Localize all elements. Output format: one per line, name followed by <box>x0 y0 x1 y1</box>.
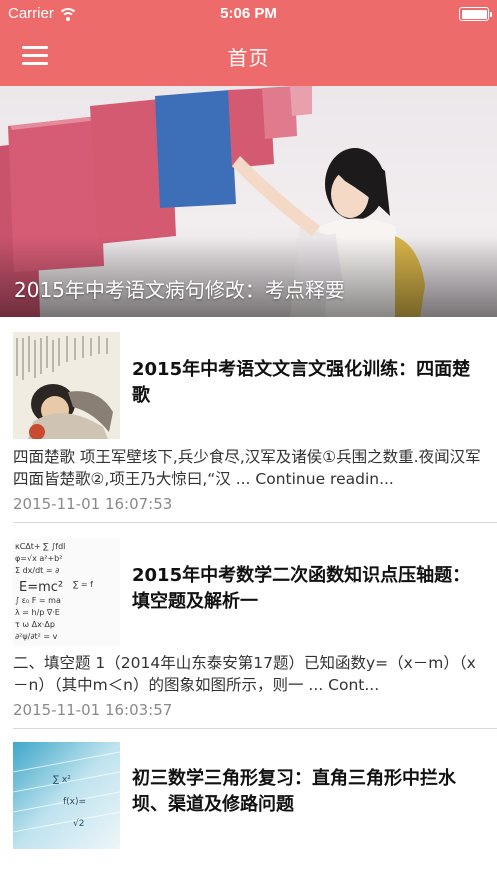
svg-text:f(x)=: f(x)= <box>63 797 86 807</box>
svg-text:Σ dx/dt = ∂: Σ dx/dt = ∂ <box>15 566 59 575</box>
svg-text:√2: √2 <box>73 818 84 829</box>
article-date: 2015-11-01 16:03:57 <box>13 701 173 719</box>
svg-text:∑ = f: ∑ = f <box>73 580 93 589</box>
article-thumbnail: ∑ x² f(x)= √2 <box>13 742 120 849</box>
article-date: 2015-11-01 16:07:53 <box>13 495 173 513</box>
svg-text:∂²ψ/∂t² = v: ∂²ψ/∂t² = v <box>15 632 58 641</box>
article-title[interactable]: 2015年中考数学二次函数知识点压轴题：填空题及解析一 <box>132 563 484 615</box>
svg-text:∑ x²: ∑ x² <box>53 775 71 785</box>
svg-text:∫ ε₀ F = ma: ∫ ε₀ F = ma <box>15 596 61 605</box>
svg-text:τ ω Δx·Δp: τ ω Δx·Δp <box>15 620 55 629</box>
article-item[interactable]: 2015年中考语文文言文强化训练：四面楚歌 四面楚歌 项王军壁垓下,兵少食尽,汉… <box>0 317 497 523</box>
status-time: 5:06 PM <box>220 5 277 22</box>
featured-banner[interactable]: 2015年中考语文病句修改：考点释要 <box>0 86 497 317</box>
navigation-bar: 首页 <box>0 28 497 86</box>
svg-text:E=mc²: E=mc² <box>19 580 63 595</box>
article-thumbnail <box>13 332 120 439</box>
article-summary: 四面楚歌 项王军壁垓下,兵少食尽,汉军及诸侯①兵围之数重.夜闻汉军四面皆楚歌②,… <box>13 448 481 488</box>
article-item[interactable]: ∑ x² f(x)= √2 初三数学三角形复习：直角三角形中拦水坝、渠道及修路问… <box>0 729 497 883</box>
banner-title[interactable]: 2015年中考语文病句修改：考点释要 <box>14 274 345 303</box>
article-summary: 二、填空题 1（2014年山东泰安第17题）已知函数y=（x－m）（x－n）（其… <box>13 654 476 694</box>
svg-text:κCΔt+ ∑ ∫fdl: κCΔt+ ∑ ∫fdl <box>15 542 65 551</box>
article-item[interactable]: κCΔt+ ∑ ∫fdl φ=√x a²+b² Σ dx/dt = ∂ E=mc… <box>0 523 497 729</box>
page-title: 首页 <box>227 46 270 70</box>
battery-icon <box>459 7 492 21</box>
article-thumbnail: κCΔt+ ∑ ∫fdl φ=√x a²+b² Σ dx/dt = ∂ E=mc… <box>13 539 120 646</box>
svg-text:λ = h/p ∇·E: λ = h/p ∇·E <box>15 608 60 617</box>
top-bar: Carrier 5:06 PM 首页 <box>0 0 497 86</box>
article-title[interactable]: 初三数学三角形复习：直角三角形中拦水坝、渠道及修路问题 <box>132 766 484 818</box>
status-bar: Carrier 5:06 PM <box>0 0 497 28</box>
svg-text:φ=√x a²+b²: φ=√x a²+b² <box>15 554 62 563</box>
article-title[interactable]: 2015年中考语文文言文强化训练：四面楚歌 <box>132 357 484 409</box>
